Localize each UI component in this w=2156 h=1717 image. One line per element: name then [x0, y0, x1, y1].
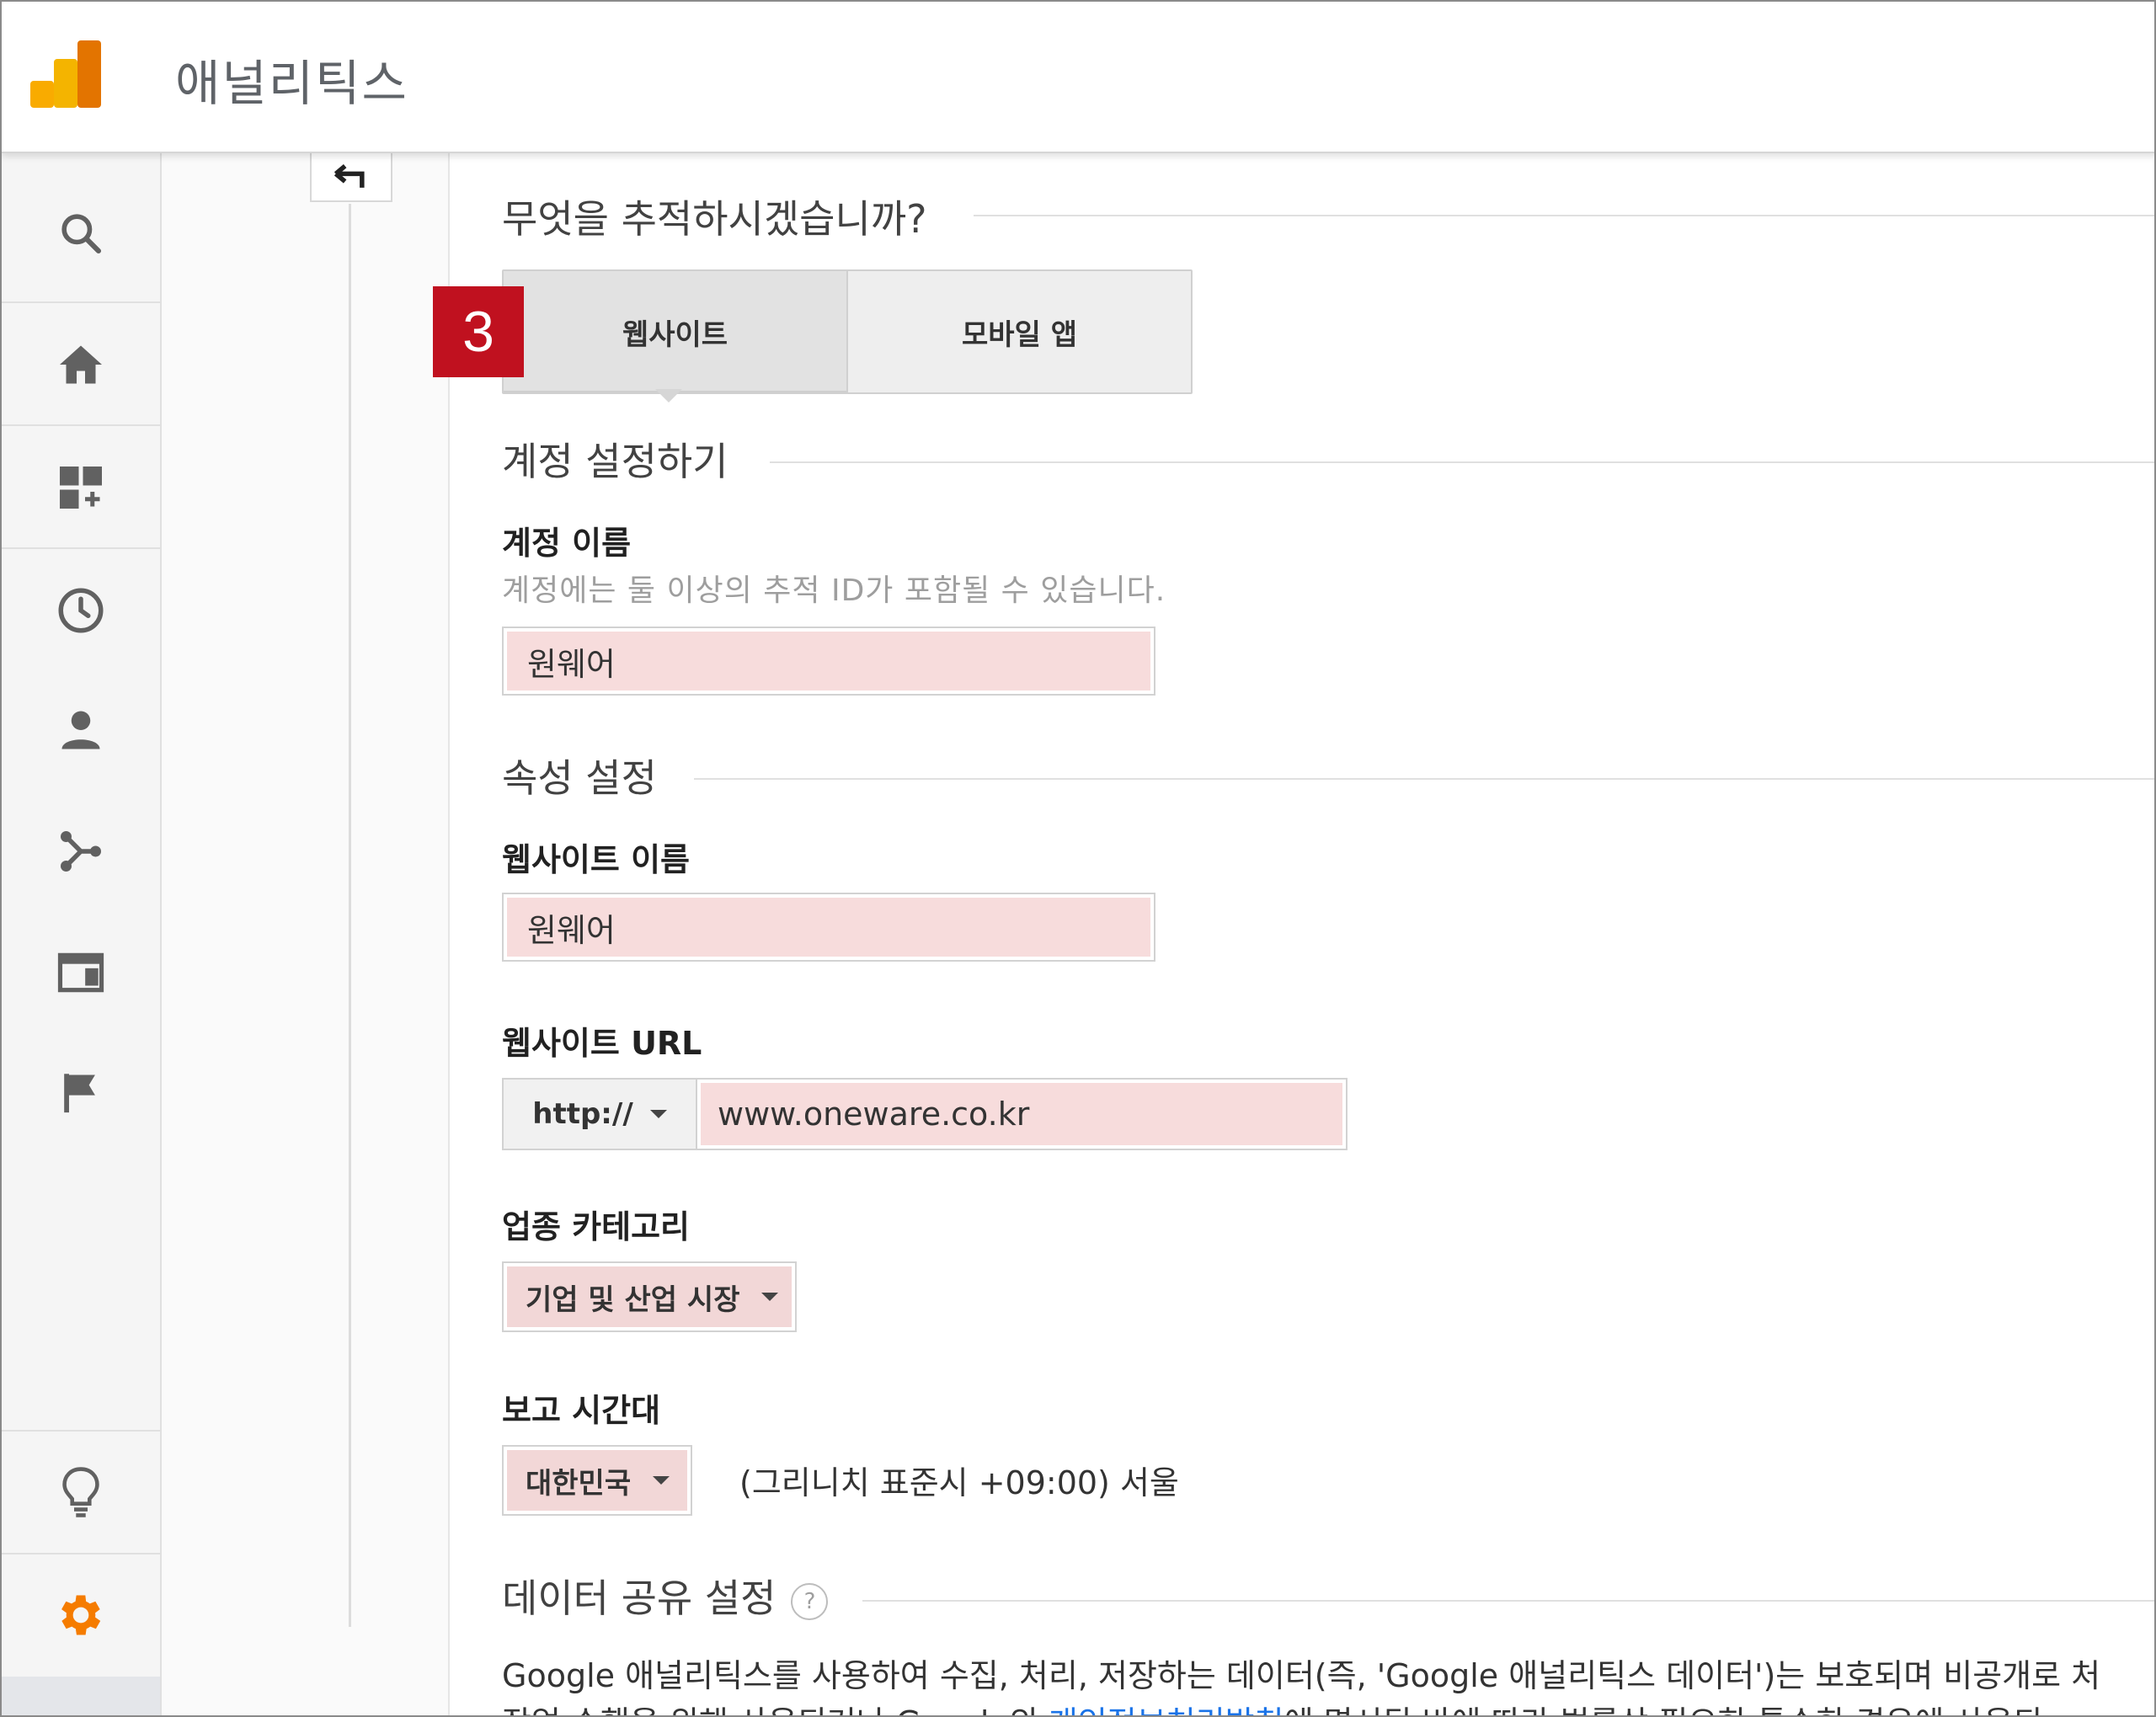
timezone-country-value: 대한민국 [526, 1466, 632, 1501]
website-name-label: 웹사이트 이름 [502, 841, 690, 878]
selected-caret [655, 389, 682, 403]
track-question-heading: 무엇을 추적하시겠습니까? [502, 196, 927, 242]
section-divider [974, 215, 2154, 216]
account-setup-form: 무엇을 추적하시겠습니까? 웹사이트 모바일 앱 3 계정 설정하기 계정 이름… [433, 153, 2154, 1715]
timezone-label: 보고 시간대 [502, 1392, 661, 1429]
website-url-field: http:// www.oneware.co.kr [502, 1078, 1348, 1150]
section-divider [862, 1600, 2154, 1602]
account-name-hint: 계정에는 둘 이상의 추적 ID가 포함될 수 있습니다. [502, 573, 1166, 608]
description-line-1: Google 애널리틱스를 사용하여 수집, 처리, 저장하는 데이터(즉, '… [502, 1657, 2101, 1694]
url-protocol-value: http:// [532, 1097, 633, 1131]
lightbulb-icon[interactable] [2, 1443, 160, 1541]
website-url-label: 웹사이트 URL [502, 1025, 702, 1062]
admin-gear-icon[interactable] [2, 1566, 160, 1664]
back-arrow-icon [334, 164, 365, 188]
help-icon[interactable]: ? [791, 1583, 829, 1620]
left-nav [2, 153, 162, 1715]
industry-category-dropdown[interactable]: 기업 및 산업 시장 [502, 1261, 797, 1332]
acquisition-icon[interactable] [2, 805, 160, 898]
website-option-button[interactable]: 웹사이트 [504, 271, 848, 392]
account-name-label: 계정 이름 [502, 525, 632, 562]
data-sharing-title: 데이터 공유 설정 [502, 1576, 776, 1621]
analytics-logo-icon[interactable] [30, 40, 101, 108]
search-icon[interactable] [2, 187, 160, 280]
industry-category-label: 업종 카테고리 [502, 1208, 690, 1245]
admin-column [162, 153, 450, 1715]
customization-icon[interactable] [2, 441, 160, 534]
section-divider [694, 778, 2154, 780]
url-protocol-select[interactable]: http:// [504, 1080, 697, 1149]
property-section-heading: 속성 설정 [502, 755, 657, 801]
app-window: 애널리틱스 무엇을 추적하시겠습니까? 웹사이트 모바일 앱 3 계정 설정하기… [0, 0, 2156, 1717]
description-line-2: 작업 수행을 위해 사용되거나 Google의 개인정보처리방침에 명시된 바에… [502, 1699, 2154, 1715]
website-name-input[interactable]: 원웨어 [502, 893, 1155, 962]
timezone-country-dropdown[interactable]: 대한민국 [502, 1445, 692, 1516]
mobile-app-option-button[interactable]: 모바일 앱 [848, 271, 1191, 392]
behavior-icon[interactable] [2, 926, 160, 1019]
timezone-text: (그리니치 표준시 +09:00) 서울 [739, 1464, 1179, 1501]
step-number-badge: 3 [433, 286, 524, 377]
section-divider [770, 461, 2154, 463]
data-sharing-description: Google 애널리틱스를 사용하여 수집, 처리, 저장하는 데이터(즉, '… [502, 1652, 2154, 1715]
url-input[interactable]: www.oneware.co.kr [701, 1083, 1342, 1145]
account-name-input[interactable]: 원웨어 [502, 627, 1155, 696]
audience-person-icon[interactable] [2, 684, 160, 776]
chevron-down-icon [653, 1476, 670, 1485]
nav-bottom-strip [2, 1677, 160, 1715]
home-icon[interactable] [2, 318, 160, 411]
industry-category-value: 기업 및 산업 시장 [526, 1282, 740, 1317]
data-sharing-heading: 데이터 공유 설정 ? [502, 1568, 829, 1624]
realtime-clock-icon[interactable] [2, 564, 160, 657]
chevron-down-icon [761, 1293, 779, 1301]
privacy-policy-link[interactable]: 개인정보처리방침 [1049, 1704, 1284, 1715]
chevron-down-icon [649, 1110, 667, 1118]
top-bar: 애널리틱스 [2, 2, 2154, 153]
account-section-heading: 계정 설정하기 [502, 439, 728, 484]
track-type-toggle: 웹사이트 모바일 앱 [502, 269, 1193, 394]
conversions-flag-icon[interactable] [2, 1046, 160, 1138]
column-divider-line [349, 204, 351, 1627]
app-title: 애널리틱스 [175, 55, 408, 112]
back-button[interactable] [310, 153, 392, 202]
